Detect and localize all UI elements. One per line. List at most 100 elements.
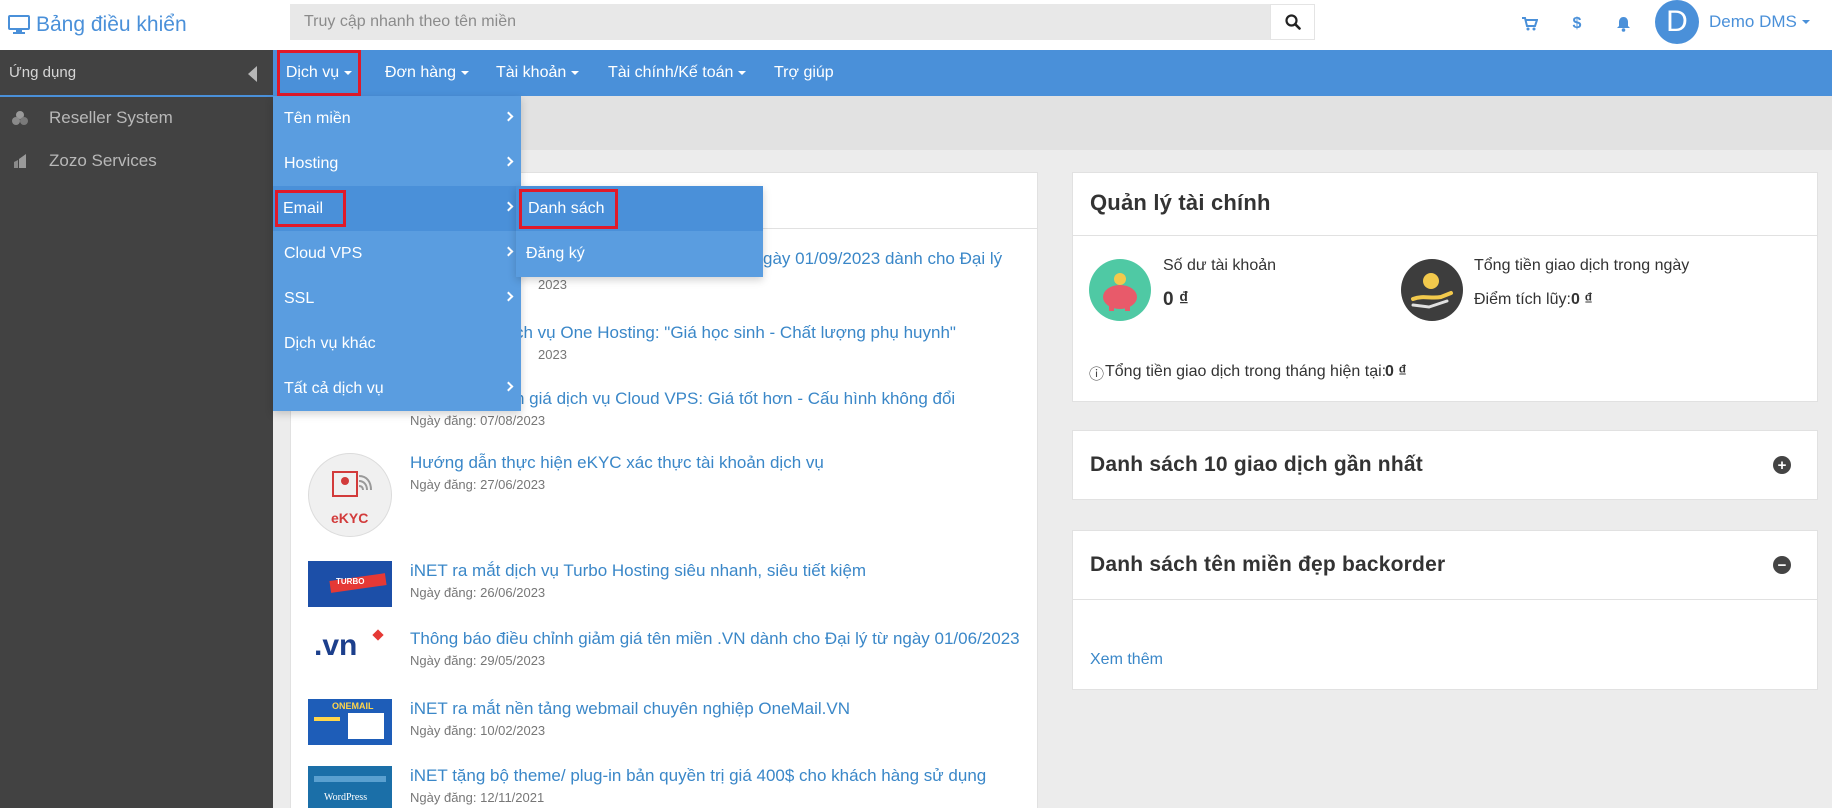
piggy-bank-icon [1089,259,1151,321]
nav-tai-khoan[interactable]: Tài khoản [496,50,580,96]
menu-item-label: Dịch vụ khác [284,334,376,352]
menu-item-label: Tên miền [284,109,351,127]
news-date: Ngày đăng: 12/11/2021 [410,790,545,805]
vn-thumbnail-text: .vn [314,629,358,662]
news-item[interactable]: .vn Thông báo điều chỉnh giảm giá tên mi… [308,629,1028,677]
sidebar-item-zozo-services[interactable]: Zozo Services [0,141,273,181]
user-menu[interactable]: Demo DMS [1709,12,1810,32]
notifications-button[interactable] [1611,12,1635,36]
news-title[interactable]: iNET ra mắt nền tảng webmail chuyên nghi… [410,699,850,719]
news-item[interactable]: ONEMAIL iNET ra mắt nền tảng webmail chu… [308,699,1028,747]
menu-item-hosting[interactable]: Hosting [273,141,521,186]
cart-button[interactable] [1518,12,1542,36]
news-date: Ngày đăng: 29/05/2023 [410,653,546,668]
cart-icon [1522,17,1538,31]
submenu-item-dang-ky[interactable]: Đăng ký [516,231,763,276]
turbo-hosting-thumbnail[interactable]: TURBO [308,561,392,607]
news-item[interactable]: WordPress iNET tặng bộ theme/ plug-in bả… [308,766,1028,808]
nav-tro-giup[interactable]: Trợ giúp [774,50,834,96]
chevron-right-icon [503,111,514,122]
see-more-link[interactable]: Xem thêm [1090,651,1163,669]
nav-tai-chinh[interactable]: Tài chính/Kế toán [608,50,747,96]
hand-coin-icon [1401,259,1463,321]
sidebar: Ứng dụng Reseller System Zozo Services [0,50,273,808]
onemail-thumbnail[interactable]: ONEMAIL [308,699,392,745]
chevron-down-icon [1801,20,1810,24]
brand-title: Bảng điều khiển [36,13,187,36]
nav-don-hang[interactable]: Đơn hàng [385,50,469,96]
divider [1073,599,1817,600]
services-dropdown: Tên miền Hosting Email Cloud VPS SSL Dịc… [273,96,521,411]
onemail-thumbnail-text: ONEMAIL [332,701,374,711]
vn-domain-thumbnail[interactable]: .vn [308,629,392,675]
chevron-down-icon [571,71,580,75]
expand-icon[interactable]: + [1773,456,1791,474]
menu-item-dich-vu-khac[interactable]: Dịch vụ khác [273,321,521,366]
submenu-item-danh-sach[interactable]: Danh sách [516,186,763,231]
news-date: Ngày đăng: 07/08/2023 [410,413,546,428]
search-input[interactable] [290,4,1270,40]
news-date: Ngày đăng: 27/06/2023 [410,477,546,492]
news-title[interactable]: n giá dịch vụ Cloud VPS: Giá tốt hơn - C… [515,389,955,409]
monitor-icon [8,15,30,34]
news-title[interactable]: ch vụ One Hosting: "Giá học sinh - Chất … [515,323,956,343]
transactions-card: Danh sách 10 giao dịch gần nhất + [1072,430,1818,500]
news-title[interactable]: iNET tặng bộ theme/ plug-in bản quyền tr… [410,766,986,786]
wordpress-thumbnail[interactable]: WordPress [308,766,392,808]
collapse-sidebar-icon[interactable] [248,66,257,82]
collapse-icon[interactable]: − [1773,556,1791,574]
menu-item-email[interactable]: Email [273,186,521,231]
sidebar-item-reseller-system[interactable]: Reseller System [0,98,273,138]
news-title[interactable]: gày 01/09/2023 dành cho Đại lý [763,249,1002,269]
news-title[interactable]: iNET ra mắt dịch vụ Turbo Hosting siêu n… [410,561,866,581]
chevron-right-icon [503,156,514,167]
brand-link[interactable]: Bảng điều khiển [8,10,187,40]
chevron-right-icon [503,291,514,302]
news-title[interactable]: Hướng dẫn thực hiện eKYC xác thực tài kh… [410,453,824,473]
finance-card: Quản lý tài chính Số dư tài khoản 0 ₫ Tổ… [1072,172,1818,402]
nav-label: Tài khoản [496,64,567,81]
ekyc-thumbnail[interactable]: eKYC [308,453,392,537]
sidebar-heading-label: Ứng dụng [9,64,77,81]
menu-item-ten-mien[interactable]: Tên miền [273,96,521,141]
chevron-right-icon [503,201,514,212]
search-button[interactable] [1270,4,1315,40]
top-bar: Bảng điều khiển $ D Demo DMS [0,0,1832,50]
submenu-item-label: Danh sách [519,188,618,229]
nav-dich-vu[interactable]: Dịch vụ [277,50,361,96]
avatar-letter: D [1666,5,1688,38]
email-submenu: Danh sách Đăng ký [516,186,763,277]
wordpress-thumbnail-text: WordPress [324,792,368,803]
reseller-icon [10,108,30,128]
backorder-card-title: Danh sách tên miền đẹp backorder [1090,553,1446,576]
news-date: 2023 [538,277,567,292]
chevron-right-icon [503,246,514,257]
menu-item-cloud-vps[interactable]: Cloud VPS [273,231,521,276]
balance-label: Số dư tài khoản [1163,257,1277,274]
news-item[interactable]: TURBO iNET ra mắt dịch vụ Turbo Hosting … [308,561,1028,609]
news-date: 2023 [538,347,567,362]
sidebar-item-label: Zozo Services [49,151,157,170]
menu-item-label: Hosting [284,154,339,172]
news-date: Ngày đăng: 10/02/2023 [410,723,546,738]
bell-icon [1616,17,1630,32]
finance-card-title: Quản lý tài chính [1090,190,1271,215]
divider [1073,235,1817,236]
menu-item-label: Email [275,190,346,227]
menu-item-ssl[interactable]: SSL [273,276,521,321]
avatar[interactable]: D [1655,0,1699,44]
search-icon [1284,14,1301,30]
news-title[interactable]: Thông báo điều chỉnh giảm giá tên miền .… [410,629,1020,649]
payment-button[interactable]: $ [1565,12,1589,36]
menu-item-label: SSL [284,289,315,307]
news-item[interactable]: eKYC Hướng dẫn thực hiện eKYC xác thực t… [308,453,1028,539]
chevron-right-icon [503,381,514,392]
news-date: Ngày đăng: 26/06/2023 [410,585,546,600]
ekyc-thumbnail-text: eKYC [331,510,369,526]
chevron-down-icon [738,71,747,75]
user-name: Demo DMS [1709,12,1797,31]
menu-item-label: Tất cả dịch vụ [284,379,384,397]
points-value: 0 ₫ [1571,291,1593,308]
nav-label: Tài chính/Kế toán [608,64,734,81]
menu-item-tat-ca-dich-vu[interactable]: Tất cả dịch vụ [273,366,521,411]
